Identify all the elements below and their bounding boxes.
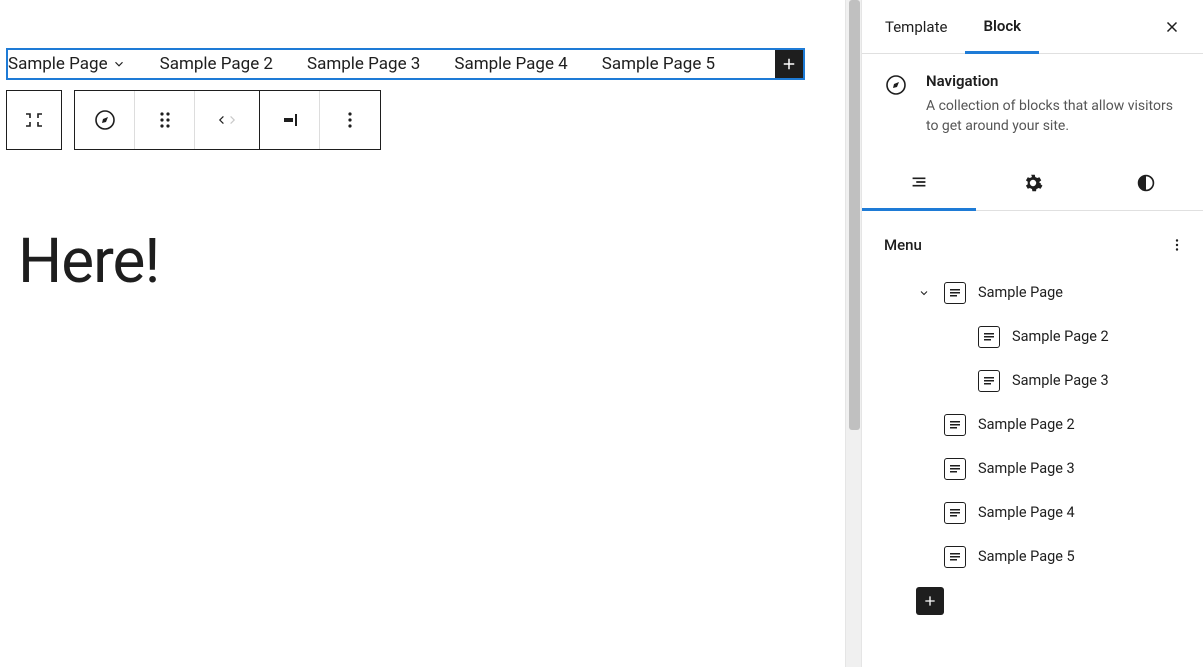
parent-block-button[interactable] — [7, 91, 61, 149]
page-icon — [944, 414, 966, 436]
block-title: Navigation — [926, 72, 1181, 90]
editor-canvas: Sample Page Sample Page 2 Sample Page 3 Sam… — [0, 0, 845, 667]
tree-row[interactable]: Sample Page 3 — [882, 359, 1191, 403]
page-icon — [944, 458, 966, 480]
block-card: Navigation A collection of blocks that a… — [862, 54, 1203, 157]
sidebar-tabs: Template Block — [862, 0, 1203, 54]
drag-handle-icon[interactable] — [135, 91, 195, 149]
page-icon — [944, 502, 966, 524]
tree-row[interactable]: Sample Page — [882, 271, 1191, 315]
navigation-block[interactable]: Sample Page Sample Page 2 Sample Page 3 Sam… — [6, 48, 805, 80]
add-menu-item-button[interactable] — [916, 587, 944, 615]
menu-section-title: Menu — [884, 236, 922, 254]
nav-link-label: Sample Page — [8, 50, 108, 78]
nav-link-label: Sample Page 4 — [454, 50, 567, 78]
styles-tab[interactable] — [1089, 157, 1203, 210]
menu-tree: Sample Page Sample Page 2 Sample Page 3 Sam… — [862, 271, 1203, 631]
scrollbar-thumb[interactable] — [849, 0, 860, 430]
tree-row-label: Sample Page 2 — [1012, 328, 1109, 345]
move-arrows-icon[interactable] — [195, 91, 259, 149]
list-view-tab[interactable] — [862, 157, 976, 211]
page-icon — [944, 546, 966, 568]
block-toolbar — [6, 90, 381, 150]
chevron-down-icon — [112, 57, 126, 71]
settings-tab[interactable] — [976, 157, 1090, 210]
tab-block[interactable]: Block — [965, 1, 1039, 54]
nav-link-label: Sample Page 2 — [160, 50, 273, 78]
page-headline[interactable]: Here! — [18, 225, 159, 298]
more-options-button[interactable] — [320, 91, 380, 149]
page-icon — [944, 282, 966, 304]
tree-row-label: Sample Page 2 — [978, 416, 1075, 433]
tab-template[interactable]: Template — [867, 0, 965, 53]
nav-link[interactable]: Sample Page — [8, 50, 136, 78]
tree-row[interactable]: Sample Page 5 — [882, 535, 1191, 579]
nav-link[interactable]: Sample Page 5 — [602, 50, 725, 78]
nav-link[interactable]: Sample Page 4 — [454, 50, 577, 78]
navigation-block-icon[interactable] — [75, 91, 135, 149]
add-nav-item-button[interactable] — [775, 50, 803, 78]
nav-link-label: Sample Page 5 — [602, 50, 715, 78]
block-description: A collection of blocks that allow visito… — [926, 96, 1181, 137]
page-icon — [978, 326, 1000, 348]
vertical-scrollbar[interactable] — [845, 0, 862, 667]
tree-row[interactable]: Sample Page 4 — [882, 491, 1191, 535]
inspector-subtabs — [862, 157, 1203, 211]
close-sidebar-button[interactable] — [1152, 7, 1192, 47]
tree-row-label: Sample Page 3 — [1012, 372, 1109, 389]
tree-row[interactable]: Sample Page 2 — [882, 403, 1191, 447]
menu-actions-button[interactable] — [1163, 231, 1191, 259]
settings-sidebar: Template Block Navigation A collection o… — [862, 0, 1203, 667]
justify-button[interactable] — [260, 91, 320, 149]
tree-row[interactable]: Sample Page 3 — [882, 447, 1191, 491]
tree-row-label: Sample Page 3 — [978, 460, 1075, 477]
tree-row[interactable]: Sample Page 2 — [882, 315, 1191, 359]
tree-row-label: Sample Page — [978, 284, 1063, 301]
nav-link[interactable]: Sample Page 3 — [307, 50, 430, 78]
page-icon — [978, 370, 1000, 392]
nav-link[interactable]: Sample Page 2 — [160, 50, 283, 78]
nav-link-label: Sample Page 3 — [307, 50, 420, 78]
tree-row-label: Sample Page 4 — [978, 504, 1075, 521]
tree-row-label: Sample Page 5 — [978, 548, 1075, 565]
compass-icon — [884, 72, 908, 98]
chevron-down-icon[interactable] — [916, 287, 932, 299]
